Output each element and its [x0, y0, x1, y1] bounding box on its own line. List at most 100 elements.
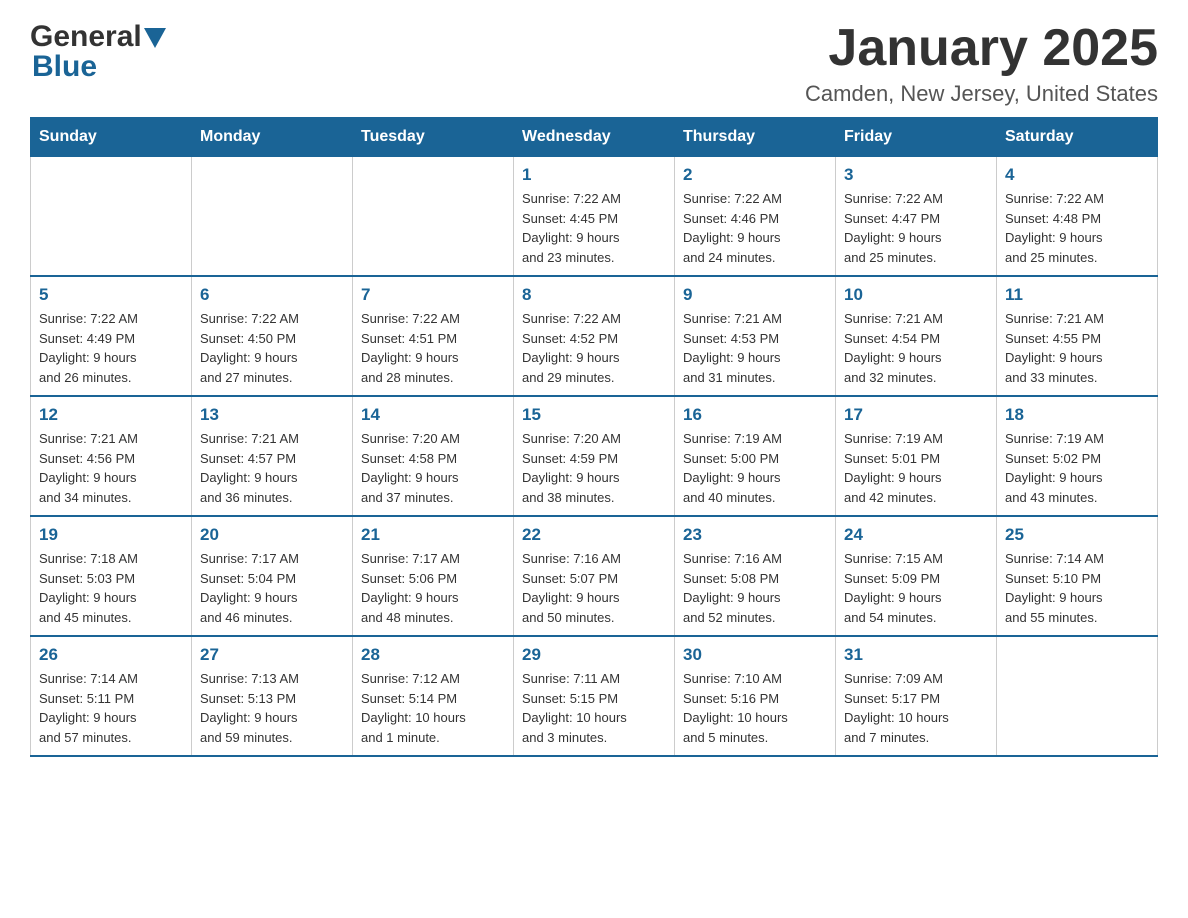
calendar-cell: 26 Sunrise: 7:14 AMSunset: 5:11 PMDayligh…	[31, 636, 192, 756]
weekday-header-tuesday: Tuesday	[353, 118, 514, 157]
calendar-week-row: 19 Sunrise: 7:18 AMSunset: 5:03 PMDayligh…	[31, 516, 1158, 636]
calendar-cell	[997, 636, 1158, 756]
day-number: 5	[39, 285, 183, 305]
weekday-header-monday: Monday	[192, 118, 353, 157]
day-info: Sunrise: 7:22 AMSunset: 4:51 PMDaylight:…	[361, 309, 505, 387]
calendar-cell: 15Sunrise: 7:20 AMSunset: 4:59 PMDayligh…	[514, 396, 675, 516]
day-info: Sunrise: 7:21 AMSunset: 4:56 PMDaylight:…	[39, 429, 183, 507]
weekday-header-sunday: Sunday	[31, 118, 192, 157]
day-info: Sunrise: 7:22 AMSunset: 4:45 PMDaylight:…	[522, 189, 666, 267]
calendar-cell: 23 Sunrise: 7:16 AMSunset: 5:08 PMDayligh…	[675, 516, 836, 636]
calendar-cell: 9 Sunrise: 7:21 AMSunset: 4:53 PMDaylight…	[675, 276, 836, 396]
calendar-cell: 10 Sunrise: 7:21 AMSunset: 4:54 PMDayligh…	[836, 276, 997, 396]
weekday-header-row: SundayMondayTuesdayWednesdayThursdayFrid…	[31, 118, 1158, 157]
day-number: 13	[200, 405, 344, 425]
day-number: 3	[844, 165, 988, 185]
day-number: 22	[522, 525, 666, 545]
day-info: Sunrise: 7:21 AMSunset: 4:54 PMDaylight:…	[844, 309, 988, 387]
day-number: 4	[1005, 165, 1149, 185]
calendar-cell: 30Sunrise: 7:10 AMSunset: 5:16 PMDayligh…	[675, 636, 836, 756]
calendar-cell: 3Sunrise: 7:22 AMSunset: 4:47 PMDaylight…	[836, 157, 997, 277]
weekday-header-wednesday: Wednesday	[514, 118, 675, 157]
calendar-cell: 12 Sunrise: 7:21 AMSunset: 4:56 PMDayligh…	[31, 396, 192, 516]
day-info: Sunrise: 7:21 AMSunset: 4:57 PMDaylight:…	[200, 429, 344, 507]
day-info: Sunrise: 7:20 AMSunset: 4:58 PMDaylight:…	[361, 429, 505, 507]
day-number: 28	[361, 645, 505, 665]
day-number: 14	[361, 405, 505, 425]
day-info: Sunrise: 7:17 AMSunset: 5:06 PMDaylight:…	[361, 549, 505, 627]
day-number: 12	[39, 405, 183, 425]
day-number: 10	[844, 285, 988, 305]
calendar-cell: 31Sunrise: 7:09 AMSunset: 5:17 PMDayligh…	[836, 636, 997, 756]
calendar-cell: 13 Sunrise: 7:21 AMSunset: 4:57 PMDayligh…	[192, 396, 353, 516]
calendar-header: SundayMondayTuesdayWednesdayThursdayFrid…	[31, 118, 1158, 157]
logo: General Blue	[30, 20, 166, 84]
title-area: January 2025 Camden, New Jersey, United …	[805, 20, 1158, 107]
calendar-cell: 20 Sunrise: 7:17 AMSunset: 5:04 PMDayligh…	[192, 516, 353, 636]
day-number: 6	[200, 285, 344, 305]
weekday-header-thursday: Thursday	[675, 118, 836, 157]
calendar-body: 1Sunrise: 7:22 AMSunset: 4:45 PMDaylight…	[31, 157, 1158, 757]
day-info: Sunrise: 7:17 AMSunset: 5:04 PMDaylight:…	[200, 549, 344, 627]
calendar-week-row: 12 Sunrise: 7:21 AMSunset: 4:56 PMDayligh…	[31, 396, 1158, 516]
calendar-cell: 24Sunrise: 7:15 AMSunset: 5:09 PMDayligh…	[836, 516, 997, 636]
calendar-cell: 14 Sunrise: 7:20 AMSunset: 4:58 PMDayligh…	[353, 396, 514, 516]
day-number: 11	[1005, 285, 1149, 305]
day-number: 26	[39, 645, 183, 665]
day-number: 25	[1005, 525, 1149, 545]
calendar-week-row: 1Sunrise: 7:22 AMSunset: 4:45 PMDaylight…	[31, 157, 1158, 277]
day-number: 23	[683, 525, 827, 545]
calendar-cell: 16 Sunrise: 7:19 AMSunset: 5:00 PMDayligh…	[675, 396, 836, 516]
day-number: 9	[683, 285, 827, 305]
page-header: General Blue January 2025 Camden, New Je…	[30, 20, 1158, 107]
calendar-cell: 1Sunrise: 7:22 AMSunset: 4:45 PMDaylight…	[514, 157, 675, 277]
day-info: Sunrise: 7:22 AMSunset: 4:52 PMDaylight:…	[522, 309, 666, 387]
day-number: 2	[683, 165, 827, 185]
calendar-cell: 18Sunrise: 7:19 AMSunset: 5:02 PMDayligh…	[997, 396, 1158, 516]
day-info: Sunrise: 7:13 AMSunset: 5:13 PMDaylight:…	[200, 669, 344, 747]
day-info: Sunrise: 7:09 AMSunset: 5:17 PMDaylight:…	[844, 669, 988, 747]
calendar-cell: 17Sunrise: 7:19 AMSunset: 5:01 PMDayligh…	[836, 396, 997, 516]
day-info: Sunrise: 7:21 AMSunset: 4:53 PMDaylight:…	[683, 309, 827, 387]
logo-blue-text: Blue	[32, 50, 97, 84]
day-number: 16	[683, 405, 827, 425]
page-title: January 2025	[805, 20, 1158, 77]
day-info: Sunrise: 7:14 AMSunset: 5:11 PMDaylight:…	[39, 669, 183, 747]
day-info: Sunrise: 7:18 AMSunset: 5:03 PMDaylight:…	[39, 549, 183, 627]
day-number: 20	[200, 525, 344, 545]
calendar-table: SundayMondayTuesdayWednesdayThursdayFrid…	[30, 117, 1158, 757]
calendar-cell	[31, 157, 192, 277]
weekday-header-saturday: Saturday	[997, 118, 1158, 157]
calendar-cell: 2 Sunrise: 7:22 AMSunset: 4:46 PMDaylight…	[675, 157, 836, 277]
calendar-cell: 25 Sunrise: 7:14 AMSunset: 5:10 PMDayligh…	[997, 516, 1158, 636]
day-number: 7	[361, 285, 505, 305]
day-info: Sunrise: 7:19 AMSunset: 5:02 PMDaylight:…	[1005, 429, 1149, 507]
day-number: 29	[522, 645, 666, 665]
day-info: Sunrise: 7:12 AMSunset: 5:14 PMDaylight:…	[361, 669, 505, 747]
day-info: Sunrise: 7:14 AMSunset: 5:10 PMDaylight:…	[1005, 549, 1149, 627]
logo-triangle-icon	[144, 28, 166, 48]
calendar-cell: 28 Sunrise: 7:12 AMSunset: 5:14 PMDayligh…	[353, 636, 514, 756]
day-info: Sunrise: 7:11 AMSunset: 5:15 PMDaylight:…	[522, 669, 666, 747]
day-info: Sunrise: 7:22 AMSunset: 4:46 PMDaylight:…	[683, 189, 827, 267]
calendar-cell: 29 Sunrise: 7:11 AMSunset: 5:15 PMDayligh…	[514, 636, 675, 756]
day-info: Sunrise: 7:22 AMSunset: 4:50 PMDaylight:…	[200, 309, 344, 387]
calendar-cell: 22Sunrise: 7:16 AMSunset: 5:07 PMDayligh…	[514, 516, 675, 636]
day-number: 8	[522, 285, 666, 305]
calendar-cell: 27 Sunrise: 7:13 AMSunset: 5:13 PMDayligh…	[192, 636, 353, 756]
day-info: Sunrise: 7:20 AMSunset: 4:59 PMDaylight:…	[522, 429, 666, 507]
calendar-cell: 4 Sunrise: 7:22 AMSunset: 4:48 PMDaylight…	[997, 157, 1158, 277]
day-info: Sunrise: 7:16 AMSunset: 5:08 PMDaylight:…	[683, 549, 827, 627]
day-number: 24	[844, 525, 988, 545]
day-number: 27	[200, 645, 344, 665]
day-number: 19	[39, 525, 183, 545]
day-number: 21	[361, 525, 505, 545]
weekday-header-friday: Friday	[836, 118, 997, 157]
calendar-week-row: 5Sunrise: 7:22 AMSunset: 4:49 PMDaylight…	[31, 276, 1158, 396]
day-info: Sunrise: 7:19 AMSunset: 5:01 PMDaylight:…	[844, 429, 988, 507]
calendar-cell: 21 Sunrise: 7:17 AMSunset: 5:06 PMDayligh…	[353, 516, 514, 636]
day-info: Sunrise: 7:22 AMSunset: 4:48 PMDaylight:…	[1005, 189, 1149, 267]
calendar-cell	[192, 157, 353, 277]
calendar-week-row: 26 Sunrise: 7:14 AMSunset: 5:11 PMDayligh…	[31, 636, 1158, 756]
day-info: Sunrise: 7:19 AMSunset: 5:00 PMDaylight:…	[683, 429, 827, 507]
